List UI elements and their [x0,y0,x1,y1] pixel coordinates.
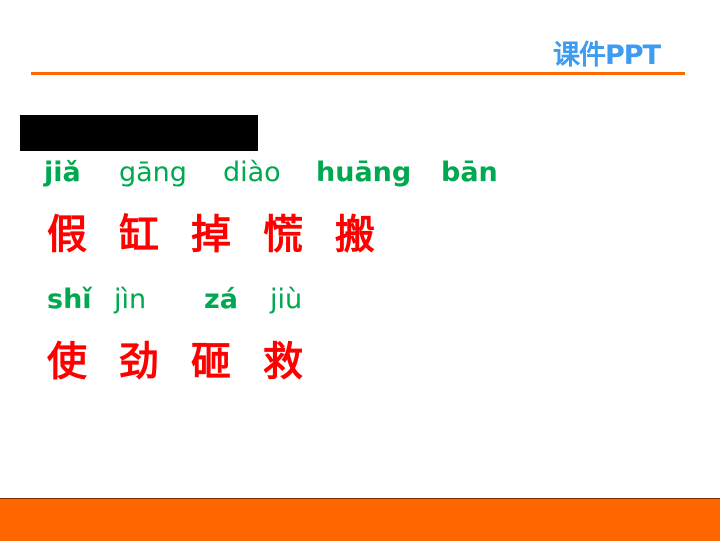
pinyin-label: shǐ [47,284,92,315]
pinyin-label: diào [223,157,281,188]
hanzi-char: 掉 [191,212,231,258]
logo-text: 课件PPT [553,40,661,71]
hanzi-char: 劲 [119,339,159,385]
pinyin-label: jiù [270,284,303,315]
hanzi-char: 假 [47,212,87,258]
pinyin-label: huāng [316,157,412,188]
pinyin-label: bān [441,157,498,188]
hanzi-char: 砸 [191,339,231,385]
header-divider [31,72,685,75]
pinyin-label: zá [204,284,238,315]
redacted-title [20,115,258,151]
pinyin-label: jìn [114,284,147,315]
hanzi-char: 搬 [335,212,375,258]
hanzi-char: 缸 [119,212,159,258]
hanzi-char: 慌 [263,212,303,258]
footer-bar [0,498,720,541]
pinyin-label: jiǎ [44,157,81,188]
hanzi-char: 救 [263,339,303,385]
pinyin-label: gāng [119,157,187,188]
hanzi-char: 使 [47,339,87,385]
